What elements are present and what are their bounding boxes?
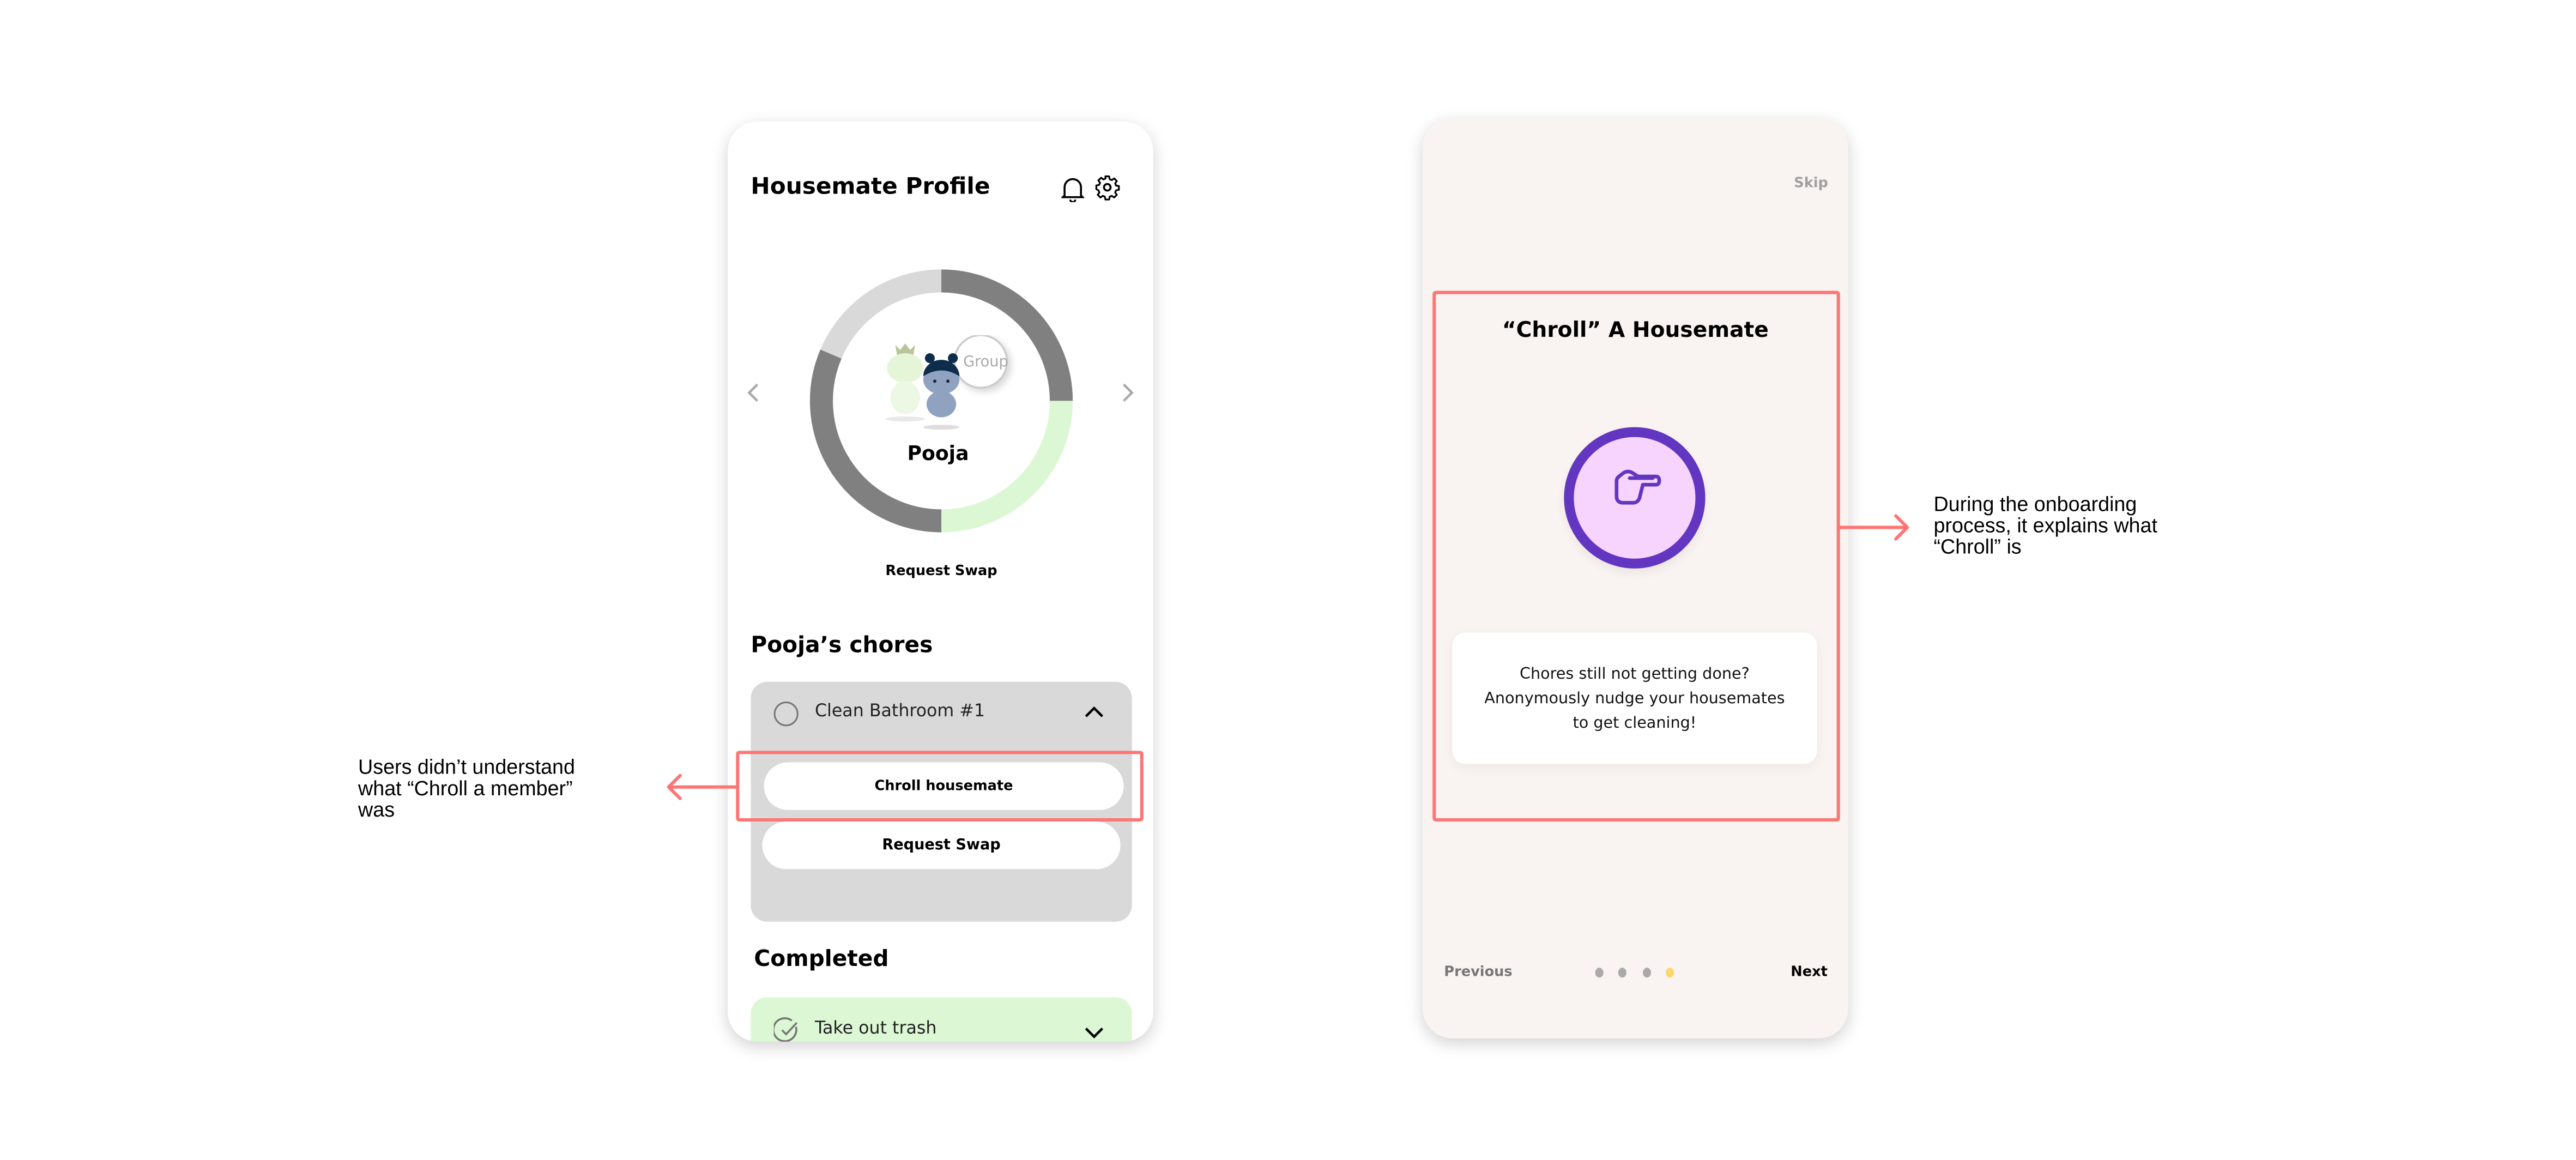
annotation-line: process, it explains what (1933, 514, 2157, 537)
page-title: Housemate Profile (751, 174, 990, 201)
annotation-line: was (358, 798, 395, 821)
member-name: Pooja (907, 442, 969, 465)
chevron-down-icon[interactable] (1084, 1024, 1104, 1040)
next-button[interactable]: Next (1791, 964, 1828, 981)
check-circle-icon (773, 1017, 798, 1042)
checkbox-circle[interactable] (773, 701, 799, 727)
bell-icon[interactable] (1061, 176, 1085, 202)
request-swap-button[interactable]: Request Swap (762, 821, 1121, 869)
highlight-box (1432, 291, 1840, 821)
page-dot[interactable] (1595, 968, 1604, 978)
chevron-right-icon[interactable] (1117, 381, 1137, 404)
arrow-left-icon (667, 774, 740, 800)
annotation-line: During the onboarding (1933, 493, 2137, 516)
chevron-left-icon[interactable] (744, 381, 764, 404)
page-dot-active[interactable] (1666, 968, 1674, 978)
completed-chore-card[interactable]: Take out trash (751, 997, 1132, 1042)
completed-heading: Completed (754, 946, 889, 973)
annotation-line: Users didn’t understand (358, 756, 575, 779)
canvas: Housemate Profile Group Pooja Request Sw… (0, 0, 2576, 1160)
right-annotation: During the onboarding process, it explai… (1933, 494, 2157, 559)
chores-heading: Pooja’s chores (751, 632, 933, 659)
group-label: Group (963, 353, 1008, 370)
left-annotation: Users didn’t understand what “Chroll a m… (358, 757, 575, 821)
arrow-right-icon (1836, 514, 1909, 541)
annotation-line: what “Chroll a member” (358, 777, 573, 800)
housemate-profile-screen: Housemate Profile Group Pooja Request Sw… (728, 122, 1153, 1042)
gear-icon[interactable] (1094, 174, 1120, 201)
chevron-up-icon[interactable] (1084, 705, 1104, 721)
housemate-avatars[interactable]: Group (875, 335, 1023, 434)
chore-name: Clean Bathroom #1 (814, 701, 985, 722)
request-swap-link[interactable]: Request Swap (728, 564, 1153, 580)
annotation-line: “Chroll” is (1933, 535, 2022, 559)
previous-button[interactable]: Previous (1444, 964, 1512, 981)
page-dot[interactable] (1618, 968, 1626, 978)
skip-button[interactable]: Skip (1794, 176, 1828, 192)
completed-chore-name: Take out trash (814, 1018, 937, 1038)
page-dot[interactable] (1643, 968, 1652, 978)
highlight-box (736, 751, 1144, 821)
